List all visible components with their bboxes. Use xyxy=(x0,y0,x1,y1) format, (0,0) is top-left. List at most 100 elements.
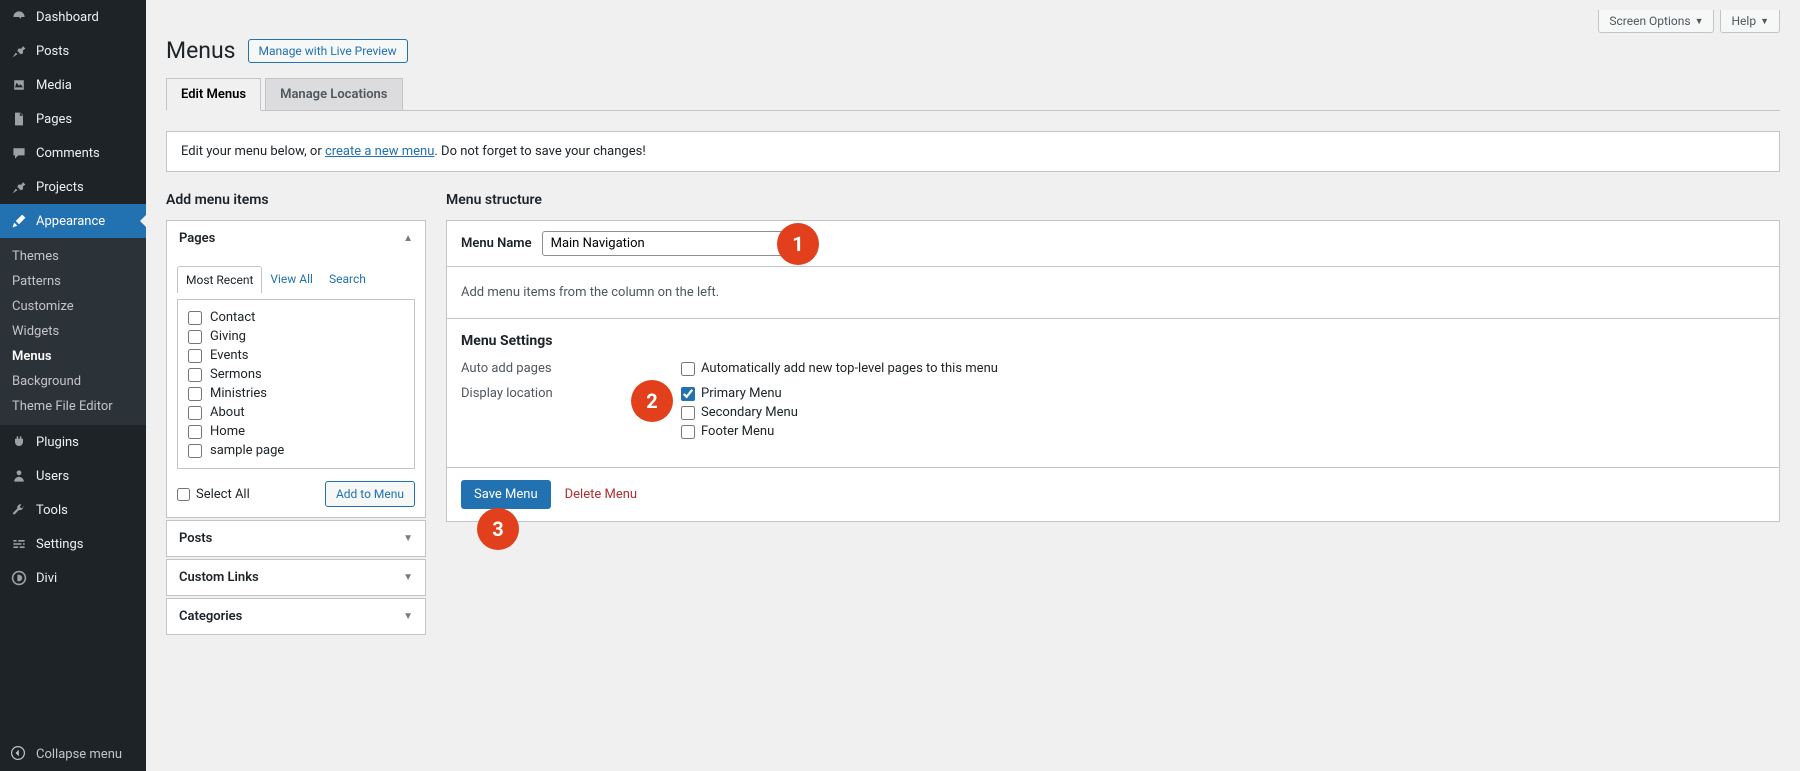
page-option[interactable]: Sermons xyxy=(188,365,404,384)
banner-text-prefix: Edit your menu below, or xyxy=(181,144,325,159)
tab-search[interactable]: Search xyxy=(321,266,374,293)
page-option-label: About xyxy=(210,405,245,420)
page-option-label: Ministries xyxy=(210,386,267,401)
sidebar-item-divi[interactable]: Divi xyxy=(0,561,146,595)
sidebar-item-users[interactable]: Users xyxy=(0,459,146,493)
menu-structure-box: Menu Name 1 Add menu items from the colu… xyxy=(446,220,1780,522)
comment-icon xyxy=(10,144,28,162)
screen-options-button[interactable]: Screen Options ▼ xyxy=(1598,10,1714,33)
sidebar-item-settings[interactable]: Settings xyxy=(0,527,146,561)
sidebar-item-dashboard[interactable]: Dashboard xyxy=(0,0,146,34)
panel-posts-header[interactable]: Posts ▼ xyxy=(167,521,425,556)
tab-manage-locations[interactable]: Manage Locations xyxy=(265,78,402,110)
location-footer-checkbox[interactable] xyxy=(681,425,695,439)
save-menu-button[interactable]: Save Menu xyxy=(461,480,551,509)
page-icon xyxy=(10,110,28,128)
location-primary-checkbox[interactable] xyxy=(681,387,695,401)
page-option-label: Contact xyxy=(210,310,255,325)
banner-text-suffix: . Do not forget to save your changes! xyxy=(434,144,645,159)
sidebar-item-plugins[interactable]: Plugins xyxy=(0,425,146,459)
page-option[interactable]: About xyxy=(188,403,404,422)
sidebar-label: Comments xyxy=(36,146,100,161)
tab-edit-menus[interactable]: Edit Menus xyxy=(166,78,261,111)
location-secondary-checkbox[interactable] xyxy=(681,406,695,420)
panel-posts-title: Posts xyxy=(179,531,212,546)
sidebar-label: Divi xyxy=(36,571,57,586)
sidebar-item-appearance[interactable]: Appearance xyxy=(0,204,146,238)
page-option[interactable]: Giving xyxy=(188,327,404,346)
sidebar-item-tools[interactable]: Tools xyxy=(0,493,146,527)
page-option-label: Home xyxy=(210,424,245,439)
delete-menu-link[interactable]: Delete Menu xyxy=(565,487,637,502)
panel-custom-links-title: Custom Links xyxy=(179,570,259,585)
chevron-down-icon: ▼ xyxy=(403,572,413,583)
sidebar-item-projects[interactable]: Projects xyxy=(0,170,146,204)
help-button[interactable]: Help ▼ xyxy=(1720,10,1780,33)
page-option[interactable]: Contact xyxy=(188,308,404,327)
location-footer-label: Footer Menu xyxy=(701,424,774,439)
panel-custom-links-header[interactable]: Custom Links ▼ xyxy=(167,560,425,595)
callout-2: 2 xyxy=(631,380,673,422)
page-checkbox[interactable] xyxy=(188,349,202,363)
collapse-sidebar[interactable]: Collapse menu xyxy=(0,737,146,771)
auto-add-pages-label: Auto add pages xyxy=(461,361,681,376)
nav-tabs: Edit Menus Manage Locations xyxy=(166,78,1780,111)
tab-most-recent[interactable]: Most Recent xyxy=(177,266,262,293)
add-to-menu-button[interactable]: Add to Menu xyxy=(325,481,415,507)
submenu-patterns[interactable]: Patterns xyxy=(0,269,146,294)
page-checkbox[interactable] xyxy=(188,444,202,458)
page-option[interactable]: Ministries xyxy=(188,384,404,403)
submenu-menus[interactable]: Menus xyxy=(0,344,146,369)
page-title: Menus xyxy=(166,37,236,64)
sidebar-label: Appearance xyxy=(36,214,105,229)
menu-name-input[interactable] xyxy=(542,231,792,256)
page-checkbox[interactable] xyxy=(188,387,202,401)
submenu-customize[interactable]: Customize xyxy=(0,294,146,319)
location-secondary-label: Secondary Menu xyxy=(701,405,798,420)
panel-categories-header[interactable]: Categories ▼ xyxy=(167,599,425,634)
page-option[interactable]: Events xyxy=(188,346,404,365)
page-option[interactable]: Home xyxy=(188,422,404,441)
page-checkbox[interactable] xyxy=(188,311,202,325)
manage-live-preview-button[interactable]: Manage with Live Preview xyxy=(248,39,408,63)
tab-view-all[interactable]: View All xyxy=(262,266,321,293)
auto-add-option-label: Automatically add new top-level pages to… xyxy=(701,361,998,376)
sidebar-item-posts[interactable]: Posts xyxy=(0,34,146,68)
menu-settings-heading: Menu Settings xyxy=(461,333,1765,349)
page-checkbox[interactable] xyxy=(188,425,202,439)
page-checkbox[interactable] xyxy=(188,368,202,382)
sidebar-submenu-appearance: Themes Patterns Customize Widgets Menus … xyxy=(0,238,146,425)
pushpin-icon xyxy=(10,42,28,60)
panel-pages-header[interactable]: Pages ▲ xyxy=(167,221,425,256)
user-icon xyxy=(10,467,28,485)
auto-add-checkbox[interactable] xyxy=(681,362,695,376)
select-all-checkbox[interactable] xyxy=(177,488,190,501)
plug-icon xyxy=(10,433,28,451)
location-secondary[interactable]: Secondary Menu xyxy=(681,405,798,420)
submenu-widgets[interactable]: Widgets xyxy=(0,319,146,344)
location-primary[interactable]: Primary Menu xyxy=(681,386,798,401)
location-footer[interactable]: Footer Menu xyxy=(681,424,798,439)
page-checkbox[interactable] xyxy=(188,406,202,420)
panel-pages-title: Pages xyxy=(179,231,215,246)
page-option-label: Sermons xyxy=(210,367,262,382)
create-new-menu-link[interactable]: create a new menu xyxy=(325,144,434,159)
menu-name-row: Menu Name 1 xyxy=(447,221,1779,267)
page-checkbox[interactable] xyxy=(188,330,202,344)
submenu-theme-file-editor[interactable]: Theme File Editor xyxy=(0,394,146,419)
select-all-pages[interactable]: Select All xyxy=(177,487,250,502)
sidebar-item-comments[interactable]: Comments xyxy=(0,136,146,170)
sidebar-item-pages[interactable]: Pages xyxy=(0,102,146,136)
page-option[interactable]: sample page xyxy=(188,441,404,460)
menu-footer-actions: Save Menu Delete Menu 3 xyxy=(447,468,1779,521)
menu-structure-heading: Menu structure xyxy=(446,192,1780,208)
select-all-label: Select All xyxy=(196,487,250,502)
sidebar-label: Tools xyxy=(36,503,68,518)
sidebar-label: Posts xyxy=(36,44,69,59)
submenu-background[interactable]: Background xyxy=(0,369,146,394)
sidebar-item-media[interactable]: Media xyxy=(0,68,146,102)
wrench-icon xyxy=(10,501,28,519)
submenu-themes[interactable]: Themes xyxy=(0,244,146,269)
panel-posts: Posts ▼ xyxy=(166,520,426,557)
auto-add-option[interactable]: Automatically add new top-level pages to… xyxy=(681,361,998,376)
